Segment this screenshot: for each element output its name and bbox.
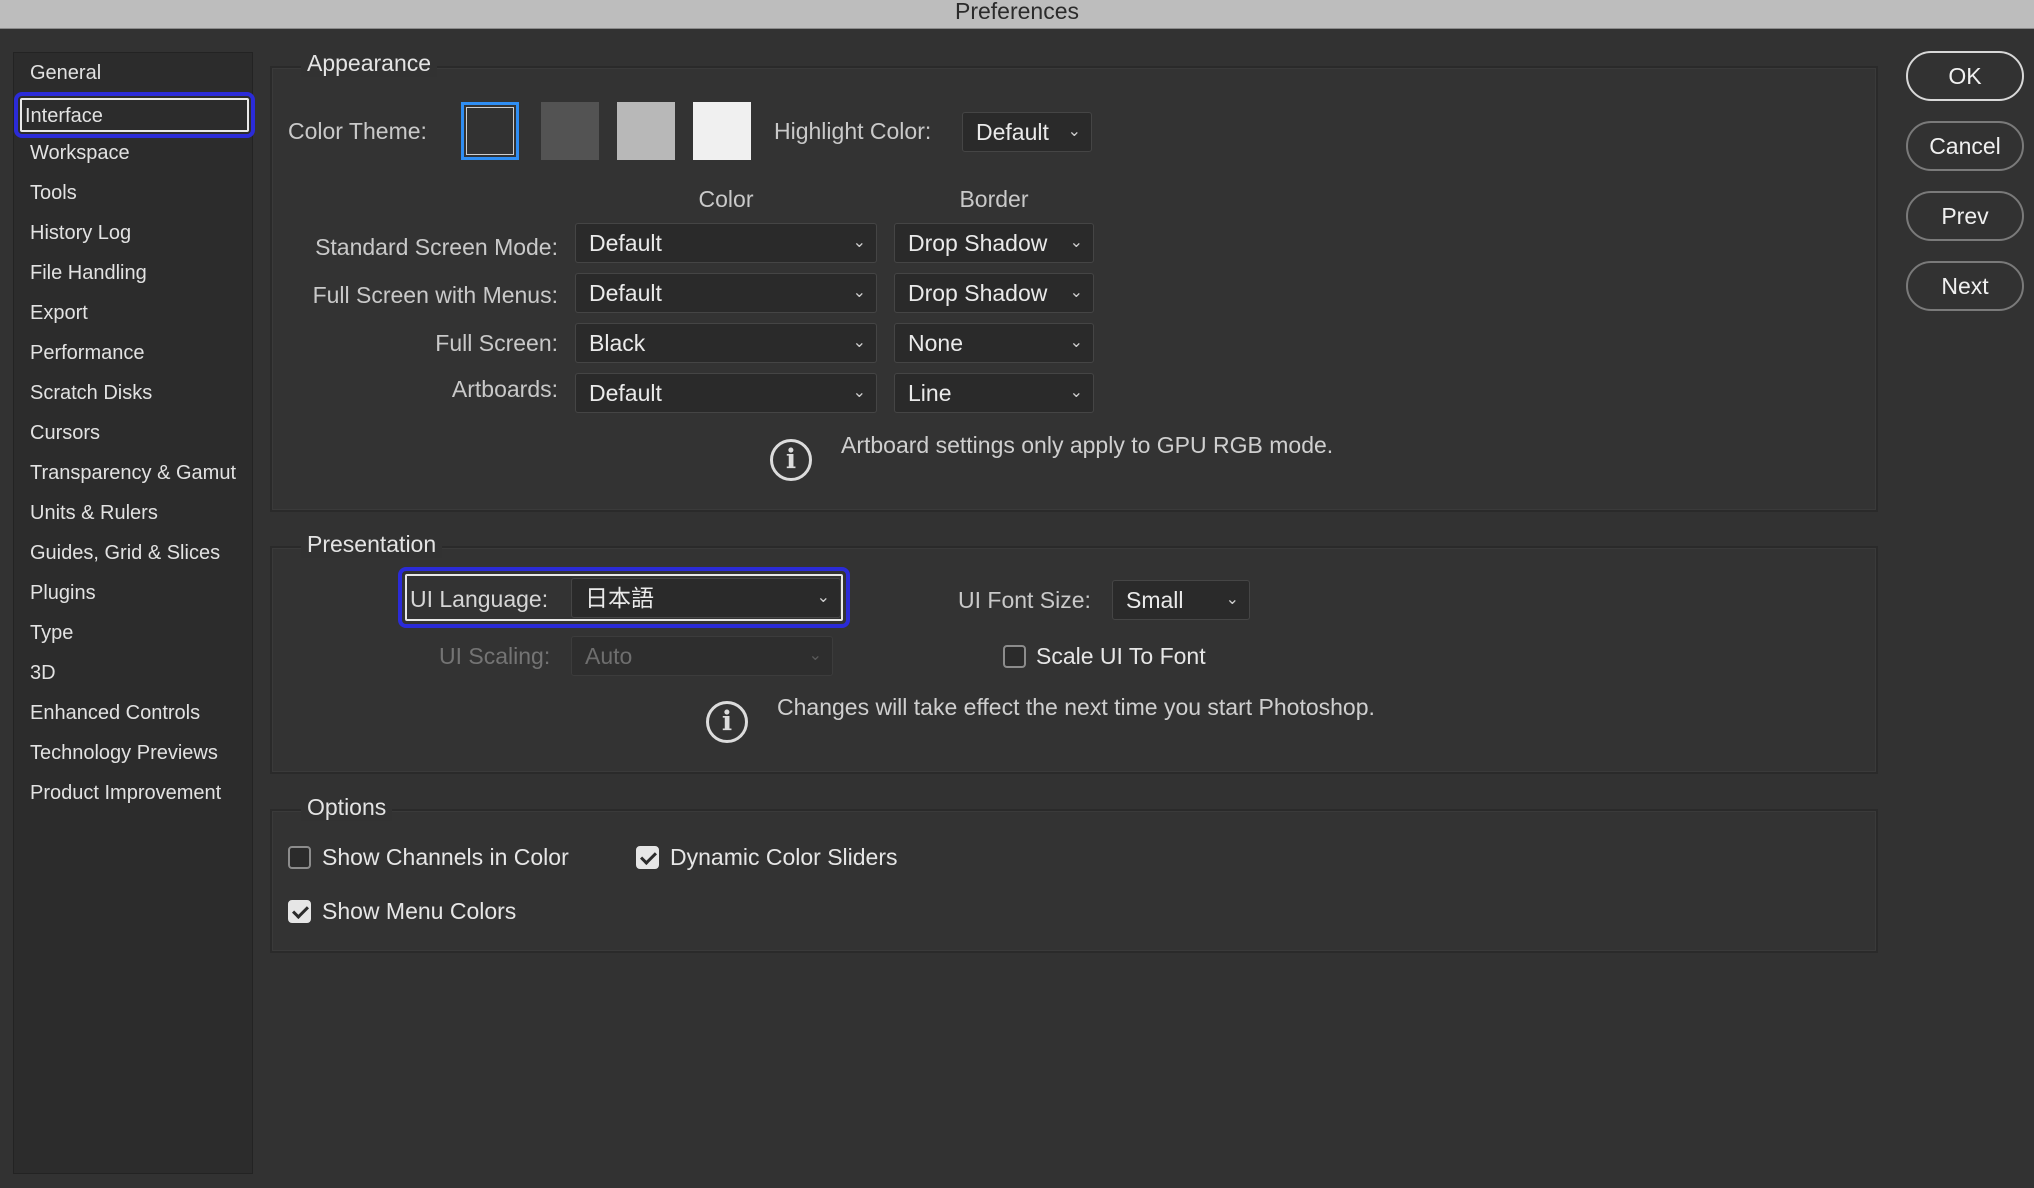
full-screen-border-select[interactable]: None ⌄ [894,323,1094,363]
chevron-down-icon: ⌄ [808,647,822,664]
ui-scaling-select: Auto ⌄ [571,636,833,676]
dynamic-color-sliders-label: Dynamic Color Sliders [670,844,898,870]
cancel-button[interactable]: Cancel [1906,121,2024,171]
chevron-down-icon: ⌄ [1069,334,1083,351]
sidebar-item-tools[interactable]: Tools [22,174,250,212]
info-icon: i [770,439,812,481]
chevron-down-icon: ⌄ [816,589,830,606]
ui-font-size-select[interactable]: Small ⌄ [1112,580,1250,620]
highlight-color-label: Highlight Color: [774,118,932,144]
sidebar-item-workspace[interactable]: Workspace [22,134,250,172]
ui-scaling-label: UI Scaling: [439,643,551,669]
sidebar-item-technology-previews[interactable]: Technology Previews [22,734,250,772]
show-menu-colors-checkbox[interactable] [288,900,311,923]
highlight-color-value: Default [976,119,1049,145]
preferences-sidebar: General Interface Workspace Tools History Lo… [13,52,255,1174]
options-panel [270,809,1878,953]
standard-screen-border-select[interactable]: Drop Shadow ⌄ [894,223,1094,263]
scale-ui-to-font-label: Scale UI To Font [1036,643,1206,669]
sidebar-item-type[interactable]: Type [22,614,250,652]
sidebar-item-guides-grid-slices[interactable]: Guides, Grid & Slices [22,534,250,572]
full-screen-label: Full Screen: [435,330,558,356]
theme-swatch-darkest[interactable] [461,102,519,160]
appearance-title: Appearance [301,50,438,77]
sidebar-item-units-rulers[interactable]: Units & Rulers [22,494,250,532]
chevron-down-icon: ⌄ [852,234,866,251]
sidebar-item-scratch-disks[interactable]: Scratch Disks [22,374,250,412]
ok-button[interactable]: OK [1906,51,2024,101]
ui-font-size-value: Small [1126,587,1184,613]
color-theme-label: Color Theme: [288,118,427,144]
artboard-note: Artboard settings only apply to GPU RGB … [841,432,1334,458]
select-value: Default [589,280,662,306]
artboards-label: Artboards: [451,376,558,402]
border-column-header: Border [959,186,1029,212]
select-value: Drop Shadow [908,230,1048,256]
sidebar-item-cursors[interactable]: Cursors [22,414,250,452]
chevron-down-icon: ⌄ [852,284,866,301]
show-menu-colors-label: Show Menu Colors [322,898,517,924]
select-value: Black [589,330,646,356]
sidebar-item-3d[interactable]: 3D [22,654,250,692]
prev-button[interactable]: Prev [1906,191,2024,241]
chevron-down-icon: ⌄ [852,334,866,351]
highlight-color-select[interactable]: Default ⌄ [962,112,1092,152]
scale-ui-to-font-checkbox[interactable] [1003,645,1026,668]
full-screen-menus-border-select[interactable]: Drop Shadow ⌄ [894,273,1094,313]
chevron-down-icon: ⌄ [1069,234,1083,251]
options-title: Options [301,794,393,821]
ui-language-label: UI Language: [410,586,549,612]
sidebar-item-plugins[interactable]: Plugins [22,574,250,612]
select-value: None [908,330,963,356]
color-column-header: Color [698,186,754,212]
sidebar-item-product-improvement[interactable]: Product Improvement [22,774,250,812]
chevron-down-icon: ⌄ [1225,591,1239,608]
sidebar-item-general[interactable]: General [22,54,250,92]
standard-screen-mode-label: Standard Screen Mode: [315,234,558,260]
ui-font-size-label: UI Font Size: [958,587,1091,613]
select-value: Default [589,380,662,406]
info-icon: i [706,701,748,743]
chevron-down-icon: ⌄ [1067,123,1081,140]
chevron-down-icon: ⌄ [852,384,866,401]
full-screen-menus-color-select[interactable]: Default ⌄ [575,273,877,313]
select-value: Line [908,380,952,406]
next-button[interactable]: Next [1906,261,2024,311]
full-screen-menus-label: Full Screen with Menus: [312,282,558,308]
sidebar-item-history-log[interactable]: History Log [22,214,250,252]
select-value: Drop Shadow [908,280,1048,306]
window-title: Preferences [0,0,2034,29]
ui-scaling-value: Auto [585,643,633,669]
dynamic-color-sliders-checkbox[interactable] [636,846,659,869]
ui-language-select[interactable]: 日本語 ⌄ [571,578,841,618]
sidebar-item-file-handling[interactable]: File Handling [22,254,250,292]
select-value: Default [589,230,662,256]
sidebar-item-performance[interactable]: Performance [22,334,250,372]
show-channels-in-color-checkbox[interactable] [288,846,311,869]
restart-note: Changes will take effect the next time y… [777,694,1375,720]
show-channels-in-color-label: Show Channels in Color [322,844,569,870]
sidebar-item-export[interactable]: Export [22,294,250,332]
theme-swatch-light[interactable] [693,102,751,160]
standard-screen-color-select[interactable]: Default ⌄ [575,223,877,263]
sidebar-item-interface[interactable]: Interface [14,92,255,138]
chevron-down-icon: ⌄ [1069,384,1083,401]
theme-swatch-dark[interactable] [541,102,599,160]
ui-language-value: 日本語 [585,585,654,611]
presentation-title: Presentation [301,531,443,558]
chevron-down-icon: ⌄ [1069,284,1083,301]
sidebar-item-enhanced-controls[interactable]: Enhanced Controls [22,694,250,732]
sidebar-item-transparency-gamut[interactable]: Transparency & Gamut [22,454,250,492]
artboards-border-select[interactable]: Line ⌄ [894,373,1094,413]
theme-swatch-medium[interactable] [617,102,675,160]
artboards-color-select[interactable]: Default ⌄ [575,373,877,413]
full-screen-color-select[interactable]: Black ⌄ [575,323,877,363]
